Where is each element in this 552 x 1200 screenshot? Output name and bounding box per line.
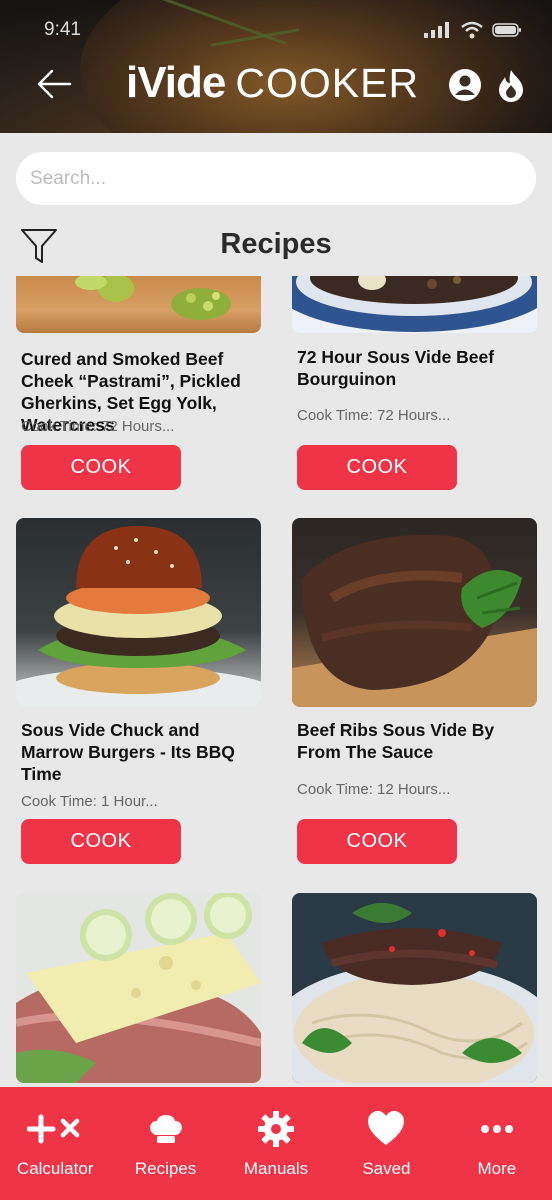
nav-label: Recipes [134, 1159, 197, 1178]
recipe-image[interactable] [16, 276, 261, 333]
gear-icon [258, 1111, 295, 1147]
cook-button[interactable]: COOK [21, 819, 181, 864]
search-input[interactable] [16, 152, 536, 205]
nav-label: Calculator [16, 1159, 94, 1178]
recipe-image[interactable] [292, 893, 537, 1083]
cook-button[interactable]: COOK [297, 819, 457, 864]
status-icons [424, 21, 522, 39]
signal-icon [424, 22, 449, 38]
recipe-image[interactable] [16, 893, 261, 1083]
flame-icon[interactable] [494, 68, 528, 102]
status-bar: 9:41 [44, 18, 522, 42]
nav-item-saved[interactable]: Saved [331, 1087, 441, 1200]
nav-label: Saved [362, 1159, 411, 1178]
nav-label: More [477, 1159, 517, 1178]
heart-icon [368, 1111, 405, 1145]
more-dots-icon [480, 1125, 513, 1133]
logo-light-text: COOKER [235, 60, 420, 106]
recipe-image-art [75, 276, 231, 320]
app-header: 9:41 iVide COOKER [0, 0, 552, 133]
nav-item-manuals[interactable]: Manuals [221, 1087, 331, 1200]
recipe-name: Sous Vide Chuck and Marrow Burgers - Its… [21, 720, 235, 784]
back-arrow-icon[interactable] [36, 66, 72, 102]
nav-label: Manuals [243, 1159, 309, 1178]
cook-button[interactable]: COOK [21, 445, 181, 490]
recipe-cook-time: Cook Time: 72 Hours... [21, 418, 175, 435]
recipe-image[interactable] [16, 518, 261, 707]
nav-item-more[interactable]: More [442, 1087, 552, 1200]
cook-button[interactable]: COOK [297, 445, 457, 490]
nav-item-recipes[interactable]: Recipes [110, 1087, 220, 1200]
app-logo: iVide COOKER [126, 58, 419, 110]
recipe-name: Beef Ribs Sous Vide By From The Sauce [297, 720, 495, 762]
status-time: 9:41 [44, 19, 81, 40]
bottom-nav: Calculator Recipes Manuals Saved More [0, 1087, 552, 1200]
recipe-image-art [292, 903, 537, 1083]
logo-bold-text: iVide [126, 58, 226, 107]
recipe-cook-time: Cook Time: 72 Hours... [297, 407, 451, 424]
user-icon[interactable] [448, 68, 482, 102]
chef-hat-icon [149, 1115, 182, 1143]
nav-item-calculator[interactable]: Calculator [0, 1087, 110, 1200]
recipe-name: 72 Hour Sous Vide Beef Bourguinon [297, 347, 495, 389]
recipe-image-art [16, 526, 261, 707]
battery-icon [492, 23, 521, 37]
recipe-cook-time: Cook Time: 12 Hours... [297, 781, 451, 798]
recipe-image-art [292, 276, 537, 332]
wifi-icon [461, 21, 483, 39]
recipe-grid: Cured and Smoked Beef Cheek “Pastrami”, … [0, 276, 552, 1086]
recipe-image-art [16, 893, 261, 1083]
recipe-image[interactable] [292, 518, 537, 707]
recipe-cook-time: Cook Time: 1 Hour... [21, 793, 158, 810]
plus-times-icon [27, 1114, 80, 1144]
page-title: Recipes [220, 228, 332, 260]
recipe-image-art [292, 534, 537, 707]
recipe-image[interactable] [292, 276, 537, 333]
